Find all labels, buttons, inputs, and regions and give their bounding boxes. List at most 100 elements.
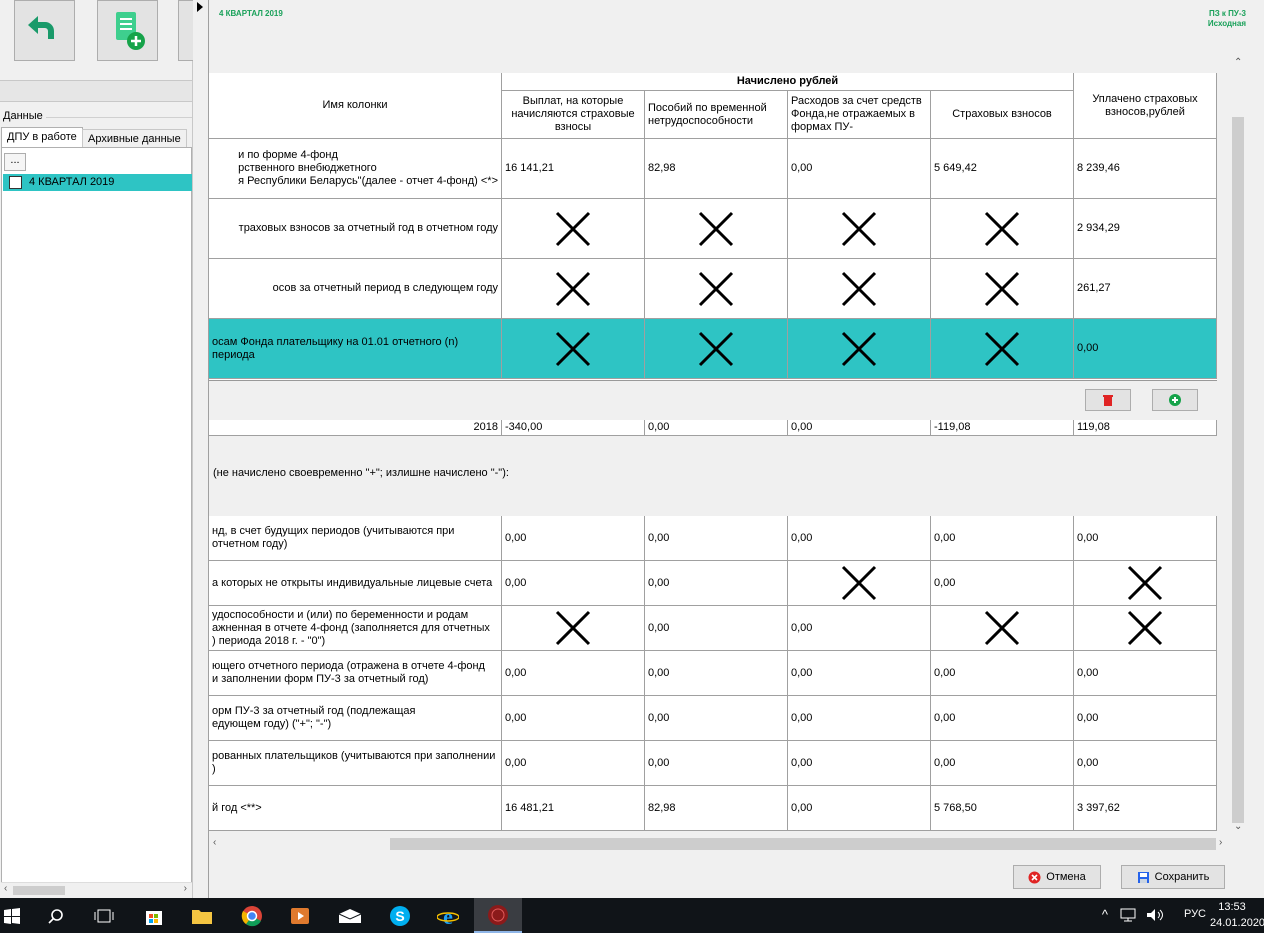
row-name[interactable]: нд, в счет будущих периодов (учитываются…	[209, 516, 502, 561]
row-value[interactable]: 8 239,46	[1074, 139, 1217, 199]
row-value[interactable]	[931, 319, 1074, 379]
task-view-button[interactable]	[80, 898, 128, 933]
row-value[interactable]	[788, 199, 931, 259]
row-value[interactable]: 0,00	[788, 139, 931, 199]
active-app[interactable]	[474, 898, 522, 933]
year-value[interactable]: 0,00	[645, 420, 788, 436]
scroll-down-icon[interactable]: ⌄	[1234, 821, 1242, 832]
row-value[interactable]: 5 649,42	[931, 139, 1074, 199]
row-name[interactable]: й год <**>	[209, 786, 502, 831]
row-value[interactable]: 0,00	[788, 651, 931, 696]
back-button[interactable]	[14, 0, 75, 61]
row-name[interactable]: ющего отчетного периода (отражена в отче…	[209, 651, 502, 696]
horizontal-scrollbar[interactable]: ‹ ›	[209, 836, 1230, 852]
row-value[interactable]: 0,00	[502, 696, 645, 741]
scroll-right-icon[interactable]: ›	[1219, 837, 1222, 848]
row-value[interactable]: 0,00	[931, 516, 1074, 561]
row-value[interactable]	[931, 606, 1074, 651]
scroll-left-icon[interactable]: ‹	[4, 883, 7, 894]
row-value[interactable]: 0,00	[502, 516, 645, 561]
vertical-scrollbar[interactable]: ⌃ ⌄	[1230, 55, 1246, 835]
year-value[interactable]: 0,00	[788, 420, 931, 436]
chevron-up-icon[interactable]: ^	[1102, 907, 1108, 922]
tab-dpu-in-work[interactable]: ДПУ в работе	[1, 127, 83, 147]
explorer-app[interactable]	[178, 898, 226, 933]
add-document-button[interactable]	[97, 0, 158, 61]
row-value[interactable]: 0,00	[788, 516, 931, 561]
row-value[interactable]	[645, 259, 788, 319]
row-value[interactable]	[502, 259, 645, 319]
row-value[interactable]: 0,00	[502, 741, 645, 786]
row-name[interactable]: удоспособности и (или) по беременности и…	[209, 606, 502, 651]
network-icon[interactable]	[1120, 908, 1136, 922]
row-value[interactable]	[1074, 561, 1217, 606]
row-value[interactable]: 0,00	[788, 741, 931, 786]
row-value[interactable]	[645, 319, 788, 379]
year-cell[interactable]: 2018	[209, 420, 502, 436]
row-value[interactable]: 0,00	[502, 651, 645, 696]
row-value[interactable]	[502, 199, 645, 259]
search-button[interactable]	[32, 898, 80, 933]
row-value[interactable]: 0,00	[645, 516, 788, 561]
volume-icon[interactable]	[1146, 908, 1164, 922]
row-value[interactable]	[788, 259, 931, 319]
row-value[interactable]: 0,00	[1074, 516, 1217, 561]
row-value[interactable]: 0,00	[788, 786, 931, 831]
row-value[interactable]	[788, 319, 931, 379]
scrollbar-thumb[interactable]	[13, 886, 65, 895]
row-value[interactable]: 82,98	[645, 786, 788, 831]
row-name[interactable]: а которых не открыты индивидуальные лице…	[209, 561, 502, 606]
row-name[interactable]: орм ПУ-3 за отчетный год (подлежащая еду…	[209, 696, 502, 741]
row-value[interactable]: 0,00	[645, 606, 788, 651]
row-value[interactable]: 0,00	[931, 651, 1074, 696]
row-value[interactable]	[502, 319, 645, 379]
row-value[interactable]: 0,00	[645, 741, 788, 786]
toolbar-button-partial[interactable]	[178, 0, 194, 61]
row-name[interactable]: рованных плательщиков (учитываются при з…	[209, 741, 502, 786]
tree-item-checkbox[interactable]	[9, 176, 22, 189]
year-value[interactable]: -119,08	[931, 420, 1074, 436]
year-value[interactable]: -340,00	[502, 420, 645, 436]
row-value[interactable]: 0,00	[645, 561, 788, 606]
row-value[interactable]: 0,00	[1074, 741, 1217, 786]
row-value[interactable]: 2 934,29	[1074, 199, 1217, 259]
skype-app[interactable]: S	[376, 898, 424, 933]
row-value[interactable]: 0,00	[502, 561, 645, 606]
scroll-left-icon[interactable]: ‹	[213, 837, 216, 848]
row-value[interactable]: 0,00	[1074, 651, 1217, 696]
row-value[interactable]: 16 481,21	[502, 786, 645, 831]
scrollbar-thumb[interactable]	[390, 838, 1216, 850]
row-value[interactable]: 0,00	[788, 696, 931, 741]
row-value[interactable]	[1074, 606, 1217, 651]
left-horizontal-scrollbar[interactable]: ‹ ›	[1, 882, 192, 896]
delete-row-button[interactable]	[1085, 389, 1131, 411]
row-value[interactable]	[502, 606, 645, 651]
row-value[interactable]: 16 141,21	[502, 139, 645, 199]
row-name[interactable]: осов за отчетный период в следующем году	[209, 259, 502, 319]
row-value[interactable]: 0,00	[645, 651, 788, 696]
row-name[interactable]: и по форме 4-фонд рственного внебюджетно…	[209, 139, 502, 199]
row-value[interactable]: 5 768,50	[931, 786, 1074, 831]
scroll-up-icon[interactable]: ⌃	[1234, 57, 1242, 68]
cancel-button[interactable]: Отмена	[1013, 865, 1101, 889]
save-button[interactable]: Сохранить	[1121, 865, 1225, 889]
row-value[interactable]: 0,00	[645, 696, 788, 741]
row-value[interactable]	[645, 199, 788, 259]
tree-options-button[interactable]: ...	[4, 153, 26, 171]
row-value[interactable]: 0,00	[1074, 319, 1217, 379]
row-value[interactable]: 0,00	[788, 606, 931, 651]
scrollbar-thumb[interactable]	[1232, 117, 1244, 823]
video-app[interactable]	[276, 898, 324, 933]
row-name[interactable]: траховых взносов за отчетный год в отчет…	[209, 199, 502, 259]
row-value[interactable]	[931, 259, 1074, 319]
ie-app[interactable]: e	[424, 898, 472, 933]
row-value[interactable]: 0,00	[931, 561, 1074, 606]
year-value[interactable]: 119,08	[1074, 420, 1217, 436]
tree-item-q4-2019[interactable]: 4 КВАРТАЛ 2019	[3, 174, 192, 191]
row-name[interactable]: осам Фонда плательщику на 01.01 отчетног…	[209, 319, 502, 379]
tab-archive-data[interactable]: Архивные данные	[82, 129, 187, 147]
language-indicator[interactable]: РУС	[1184, 908, 1206, 920]
row-value[interactable]: 261,27	[1074, 259, 1217, 319]
collapse-arrow-icon[interactable]	[193, 0, 208, 15]
mail-app[interactable]	[326, 898, 374, 933]
